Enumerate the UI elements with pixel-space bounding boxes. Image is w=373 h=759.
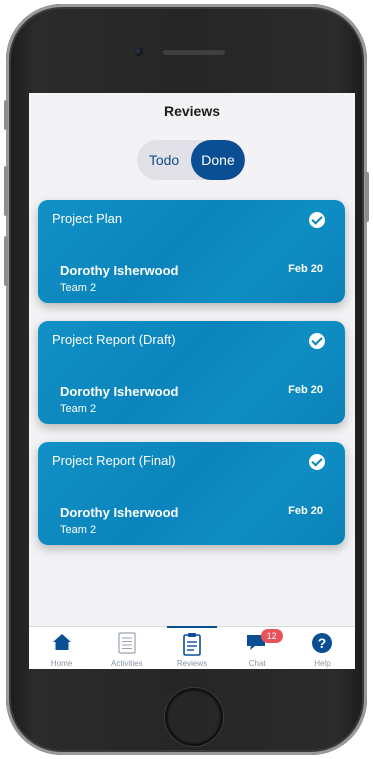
- check-circle-icon: [309, 212, 325, 228]
- review-card-team: Team 2: [60, 282, 97, 294]
- review-card-title: Project Plan: [52, 211, 123, 226]
- segment-todo[interactable]: Todo: [137, 140, 191, 180]
- tab-chat[interactable]: 12 Chat: [225, 627, 290, 669]
- tab-activities[interactable]: Activities: [94, 627, 159, 669]
- review-card[interactable]: Project Report (Draft) Dorothy Isherwood…: [38, 321, 345, 424]
- review-card-date: Feb 20: [288, 384, 323, 396]
- review-card[interactable]: Project Plan Dorothy Isherwood Team 2 Fe…: [38, 200, 345, 303]
- review-card-team: Team 2: [60, 403, 97, 415]
- tab-reviews[interactable]: Reviews: [159, 626, 224, 669]
- app-screen: Reviews Todo Done Project Plan Dorothy I…: [29, 93, 355, 669]
- review-card-date: Feb 20: [288, 505, 323, 517]
- review-card-team: Team 2: [60, 524, 97, 536]
- tab-help-label: Help: [314, 659, 331, 668]
- tab-home-label: Home: [50, 659, 73, 668]
- mute-switch: [4, 100, 8, 130]
- check-circle-icon: [309, 454, 325, 470]
- earpiece-speaker: [163, 50, 225, 55]
- svg-text:?: ?: [318, 635, 327, 651]
- tab-home[interactable]: Home: [29, 627, 94, 669]
- review-card[interactable]: Project Report (Final) Dorothy Isherwood…: [38, 442, 345, 545]
- review-card-name: Dorothy Isherwood: [60, 505, 179, 520]
- check-circle-icon: [309, 333, 325, 349]
- volume-down-button: [4, 236, 8, 286]
- list-icon: [117, 632, 137, 659]
- tab-help[interactable]: ? Help: [290, 627, 355, 669]
- chat-badge: 12: [260, 629, 283, 643]
- tab-activities-label: Activities: [111, 659, 143, 668]
- todo-done-segmented-control: Todo Done: [137, 140, 245, 180]
- page-title: Reviews: [163, 103, 221, 119]
- bottom-tab-bar: Home Activities Reviews 12 Chat ? Help: [29, 626, 355, 669]
- help-icon: ?: [311, 632, 333, 659]
- front-camera: [134, 47, 143, 56]
- segment-done[interactable]: Done: [191, 140, 245, 180]
- review-card-name: Dorothy Isherwood: [60, 263, 179, 278]
- clipboard-icon: [182, 632, 202, 661]
- volume-up-button: [4, 166, 8, 216]
- review-card-title: Project Report (Draft): [52, 332, 176, 347]
- review-card-title: Project Report (Final): [52, 453, 176, 468]
- home-button[interactable]: [165, 688, 223, 746]
- tab-chat-label: Chat: [248, 659, 266, 668]
- home-icon: [52, 632, 72, 657]
- power-button: [365, 172, 369, 222]
- tab-reviews-label: Reviews: [176, 659, 208, 668]
- review-card-date: Feb 20: [288, 263, 323, 275]
- review-card-name: Dorothy Isherwood: [60, 384, 179, 399]
